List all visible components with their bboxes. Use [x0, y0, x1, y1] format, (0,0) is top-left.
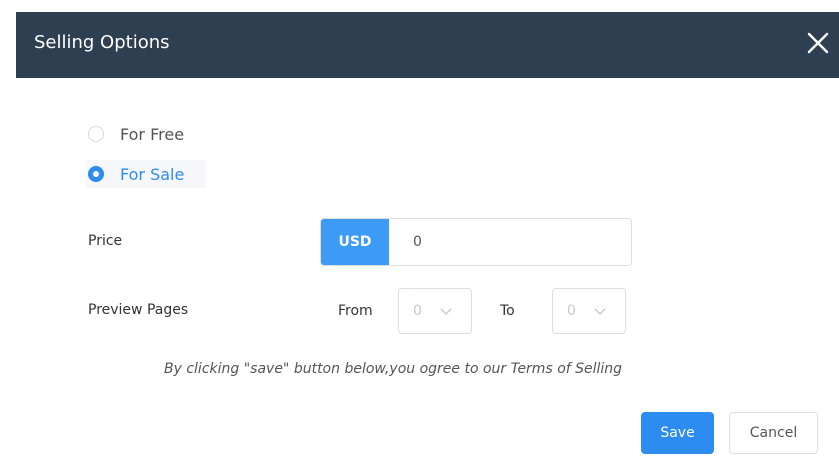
chevron-down-icon — [440, 308, 452, 315]
radio-circle-unchecked — [88, 126, 104, 142]
dialog-title: Selling Options — [34, 32, 170, 53]
dialog-header: Selling Options — [16, 12, 839, 78]
to-page-value: 0 — [567, 303, 576, 319]
close-icon — [807, 32, 829, 54]
to-page-select[interactable]: 0 — [552, 288, 626, 334]
selling-options-dialog: Selling Options For Free For Sale Price … — [16, 12, 839, 469]
from-page-select[interactable]: 0 — [398, 288, 472, 334]
currency-addon: USD — [321, 219, 389, 265]
price-input-group: USD — [320, 218, 632, 266]
save-button[interactable]: Save — [641, 412, 714, 454]
radio-label-for-free: For Free — [120, 124, 185, 144]
terms-notice: By clicking "save" button below,you ogre… — [164, 361, 623, 377]
to-label: To — [500, 303, 515, 319]
preview-pages-label: Preview Pages — [88, 302, 189, 318]
from-page-value: 0 — [413, 303, 422, 319]
from-label: From — [338, 303, 373, 319]
radio-for-free[interactable]: For Free — [86, 120, 184, 148]
price-input[interactable] — [389, 219, 631, 265]
price-label: Price — [88, 233, 123, 249]
cancel-button[interactable]: Cancel — [729, 412, 818, 454]
radio-for-sale[interactable]: For Sale — [86, 160, 207, 188]
radio-circle-checked — [88, 166, 104, 182]
radio-label-for-sale: For Sale — [120, 164, 185, 184]
page: Selling Options For Free For Sale Price … — [0, 0, 839, 469]
close-button[interactable] — [803, 28, 833, 58]
chevron-down-icon — [594, 308, 606, 315]
